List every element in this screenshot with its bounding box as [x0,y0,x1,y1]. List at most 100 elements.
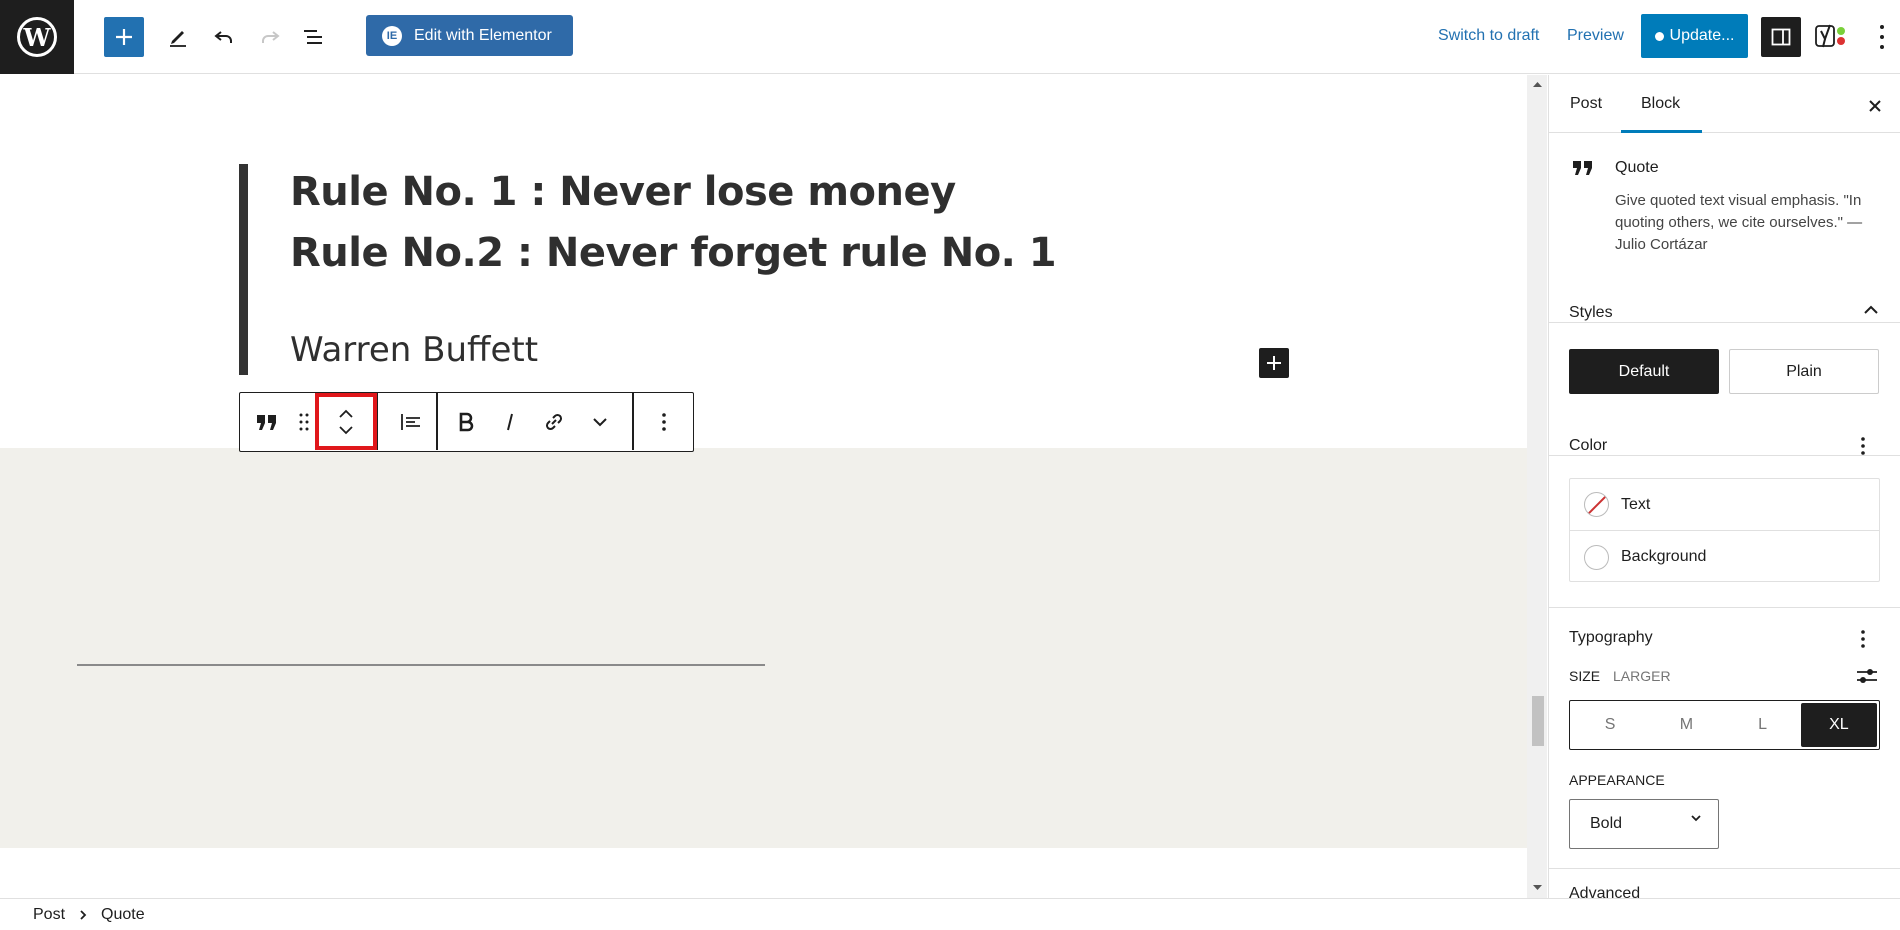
color-text-label: Text [1621,495,1651,513]
font-size-toggle-group: S M L XL [1569,700,1880,750]
more-formatting-button[interactable] [578,393,622,450]
kebab-dot-icon [1880,25,1884,29]
bold-button[interactable] [444,393,488,450]
block-toolbar [239,392,694,452]
pencil-icon [170,31,186,47]
breadcrumb-quote[interactable]: Quote [101,906,145,924]
toolbar-separator [436,393,438,450]
unsaved-dot-icon [1654,31,1664,41]
section-divider [1549,607,1900,608]
update-button[interactable]: Update... [1641,14,1748,58]
chevron-down-icon [593,417,607,426]
annotation-highlight-box [315,393,377,450]
wordpress-logo-button[interactable]: W [0,0,74,74]
quote-icon [257,414,276,430]
block-breadcrumb: Post Quote [0,898,1900,930]
preview-button[interactable]: Preview [1567,27,1624,45]
drag-handle-icon [299,413,309,430]
kebab-dot-icon [1880,35,1884,39]
advanced-panel-title[interactable]: Advanced [1569,885,1640,898]
list-view-icon [304,30,322,44]
scroll-down-arrow-icon[interactable] [1533,885,1542,891]
sidebar-tabs: Post Block [1549,75,1900,133]
no-color-swatch-icon [1584,492,1609,517]
appearance-label: APPEARANCE [1569,772,1665,788]
options-menu-button[interactable] [1872,22,1892,52]
section-divider [1549,868,1900,869]
quote-text-line[interactable]: Rule No. 1 : Never lose money [290,169,956,215]
custom-size-settings-icon[interactable] [1855,665,1879,687]
italic-icon [507,413,513,430]
editor-canvas[interactable]: Rule No. 1 : Never lose money Rule No.2 … [0,75,1527,898]
canvas-scrollbar[interactable] [1527,75,1547,898]
color-text-option[interactable]: Text [1570,479,1879,531]
document-overview-button[interactable] [294,17,334,57]
update-label: Update... [1669,27,1735,44]
size-value: LARGER [1613,668,1671,684]
wordpress-icon: W [17,17,57,57]
chevron-down-icon [1691,815,1701,822]
size-option-xl[interactable]: XL [1800,703,1877,747]
bold-icon [459,412,474,431]
drag-handle[interactable] [295,393,313,450]
yoast-seo-button[interactable] [1814,20,1854,54]
align-button[interactable] [386,393,436,450]
tab-post[interactable]: Post [1570,95,1602,113]
kebab-icon[interactable] [1860,628,1866,650]
link-button[interactable] [532,393,576,450]
toolbar-separator [632,393,634,450]
kebab-icon[interactable] [1860,435,1866,457]
plus-icon [116,29,132,45]
undo-icon [214,31,232,43]
block-card-title: Quote [1615,159,1659,176]
close-sidebar-button[interactable] [1868,93,1882,119]
style-plain-button[interactable]: Plain [1729,349,1879,394]
settings-sidebar-toggle[interactable] [1761,17,1801,57]
appearance-select[interactable]: Bold [1569,799,1719,849]
block-card-description: Give quoted text visual emphasis. "In qu… [1615,192,1863,253]
edit-with-elementor-label: Edit with Elementor [414,26,552,44]
quote-left-border [239,164,248,375]
separator-line[interactable] [77,664,765,666]
quote-citation[interactable]: Warren Buffett [290,330,538,370]
redo-button[interactable] [250,17,290,57]
size-option-l[interactable]: L [1725,703,1801,747]
size-option-m[interactable]: M [1648,703,1724,747]
color-options-box: Text Background [1569,478,1880,582]
plus-icon [1267,356,1281,370]
align-left-icon [401,413,420,430]
scroll-up-arrow-icon[interactable] [1533,81,1542,87]
kebab-icon [662,412,666,431]
italic-button[interactable] [490,393,530,450]
color-panel-title: Color [1569,437,1608,454]
tools-button[interactable] [158,17,198,57]
breadcrumb-post[interactable]: Post [33,906,65,924]
appearance-value: Bold [1590,815,1623,832]
block-type-button[interactable] [246,393,288,450]
block-options-button[interactable] [640,393,688,450]
color-background-label: Background [1621,548,1707,565]
redo-icon [262,31,280,43]
color-background-option[interactable]: Background [1570,531,1879,583]
quote-icon [1573,161,1592,175]
quote-text-line[interactable]: Rule No.2 : Never forget rule No. 1 [290,230,1057,276]
switch-to-draft-button[interactable]: Switch to draft [1438,27,1539,45]
settings-sidebar: Post Block Quote Give quoted text visual… [1548,75,1900,898]
edit-with-elementor-button[interactable]: IE Edit with Elementor [366,15,573,56]
link-icon [545,413,563,430]
style-default-button[interactable]: Default [1569,349,1719,394]
empty-swatch-icon [1584,544,1609,570]
editor-top-bar: W IE Edit with Elementor Switch to draft… [0,0,1900,74]
inline-inserter-button[interactable] [1259,348,1289,378]
tab-block[interactable]: Block [1641,95,1680,113]
block-inserter-button[interactable] [104,17,144,57]
chevron-up-icon[interactable] [1863,305,1879,315]
styles-panel-title[interactable]: Styles [1569,304,1613,322]
next-section-block[interactable] [0,448,1527,848]
scrollbar-thumb[interactable] [1532,696,1544,746]
size-option-s[interactable]: S [1572,703,1648,747]
size-label: SIZE [1569,668,1601,684]
undo-button[interactable] [204,17,244,57]
kebab-dot-icon [1880,45,1884,49]
yoast-icon [1815,24,1845,48]
